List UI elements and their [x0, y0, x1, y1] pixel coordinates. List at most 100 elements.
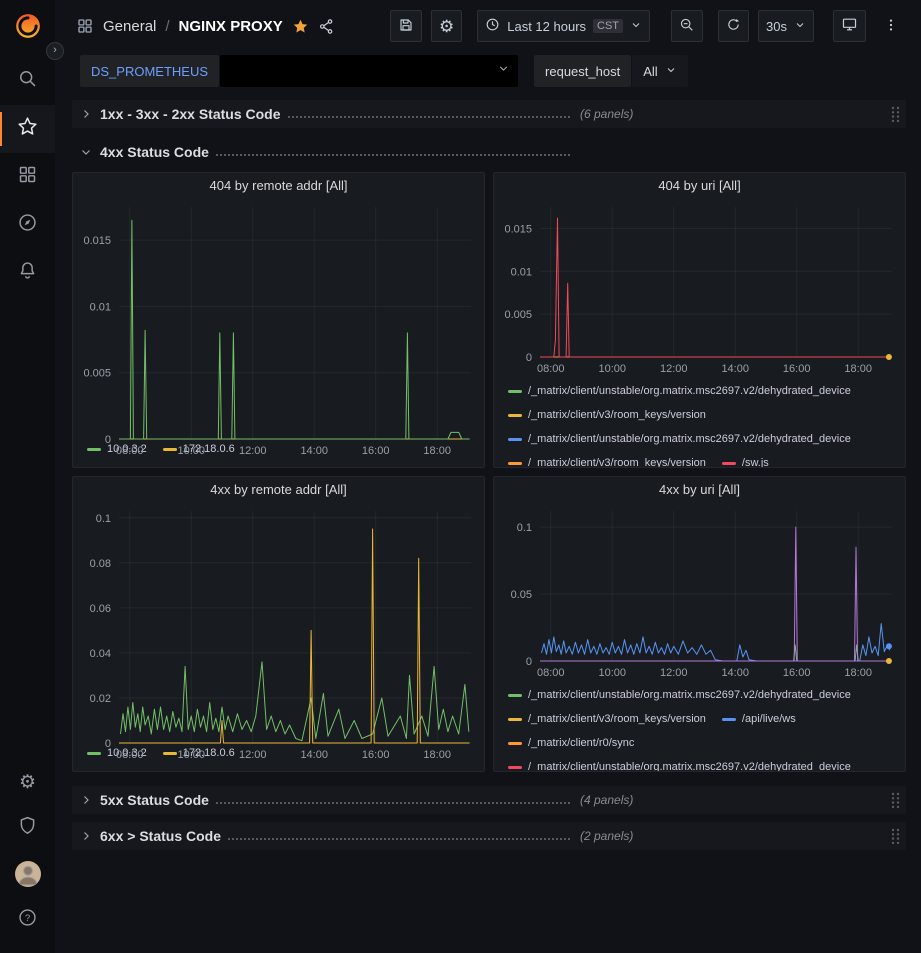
svg-text:0.015: 0.015	[504, 223, 532, 235]
svg-text:18:00: 18:00	[423, 445, 451, 457]
legend-series-swatch	[508, 694, 522, 697]
time-series-chart[interactable]: 08:0010:0012:0014:0016:0018:0000.0050.01…	[73, 199, 484, 435]
breadcrumb-section[interactable]: General	[103, 18, 156, 35]
apps-grid-icon[interactable]	[76, 17, 94, 35]
gear-icon: ⚙	[19, 773, 36, 792]
request-host-variable: request_host All	[534, 55, 688, 87]
row-title: 1xx - 3xx - 2xx Status Code	[100, 106, 281, 122]
legend-series-label: /_matrix/client/unstable/org.matrix.msc2…	[528, 683, 851, 707]
svg-text:0: 0	[105, 738, 111, 750]
legend-item[interactable]: /_matrix/client/v3/room_keys/version	[508, 707, 706, 731]
time-series-chart[interactable]: 08:0010:0012:0014:0016:0018:0000.0050.01…	[494, 199, 905, 377]
favorite-star-icon[interactable]	[292, 18, 309, 35]
request-host-value: All	[643, 64, 657, 79]
svg-text:0.005: 0.005	[83, 368, 111, 380]
svg-text:0.1: 0.1	[517, 522, 532, 534]
more-options-button[interactable]	[875, 10, 906, 42]
drag-handle-icon[interactable]	[890, 827, 901, 845]
request-host-select[interactable]: All	[632, 55, 687, 87]
datasource-select[interactable]	[220, 55, 518, 87]
zoom-out-button[interactable]	[671, 10, 703, 42]
row-title: 5xx Status Code	[100, 792, 209, 808]
sidebar-item-profile[interactable]	[0, 851, 55, 897]
legend-item[interactable]: /_matrix/client/r0/sync	[508, 731, 634, 755]
user-avatar	[15, 861, 41, 887]
legend-series-swatch	[508, 462, 522, 465]
row-header-6xx[interactable]: 6xx > Status Code (2 panels)	[72, 822, 906, 850]
chart-legend: /_matrix/client/unstable/org.matrix.msc2…	[494, 681, 905, 771]
svg-text:10:00: 10:00	[177, 749, 205, 761]
svg-text:10:00: 10:00	[177, 445, 205, 457]
svg-text:0: 0	[105, 434, 111, 446]
svg-text:0: 0	[526, 352, 532, 364]
tv-mode-button[interactable]	[833, 10, 866, 42]
grafana-logo-icon[interactable]	[11, 9, 45, 43]
panel-grid: 404 by remote addr [All] 08:0010:0012:00…	[72, 172, 906, 772]
row-dots-leader	[228, 838, 570, 840]
sidebar-item-search[interactable]	[0, 57, 55, 105]
save-dashboard-button[interactable]	[390, 10, 422, 42]
chevron-right-icon	[80, 830, 92, 842]
sidebar-item-help[interactable]: ?	[0, 897, 55, 943]
sidebar-expand-button[interactable]: ›	[46, 42, 64, 60]
refresh-interval-dropdown[interactable]: 30s	[758, 10, 814, 42]
row-dots-leader	[288, 116, 570, 118]
panel-title[interactable]: 4xx by uri [All]	[494, 477, 905, 503]
legend-series-label: /_matrix/client/unstable/org.matrix.msc2…	[528, 755, 851, 771]
drag-handle-icon[interactable]	[890, 791, 901, 809]
row-header-5xx[interactable]: 5xx Status Code (4 panels)	[72, 786, 906, 814]
sidebar-item-server-admin[interactable]	[0, 805, 55, 851]
legend-item[interactable]: /_matrix/client/unstable/org.matrix.msc2…	[508, 379, 851, 403]
legend-item[interactable]: /_matrix/client/v3/room_keys/version	[508, 403, 706, 427]
monitor-icon	[841, 16, 858, 36]
chevron-down-icon	[497, 62, 510, 80]
time-series-chart[interactable]: 08:0010:0012:0014:0016:0018:0000.050.1	[494, 503, 905, 681]
star-icon	[17, 116, 38, 142]
svg-text:0.08: 0.08	[90, 558, 111, 570]
panel-title[interactable]: 4xx by remote addr [All]	[73, 477, 484, 503]
drag-handle-icon[interactable]	[890, 105, 901, 123]
time-series-chart[interactable]: 08:0010:0012:0014:0016:0018:0000.020.040…	[73, 503, 484, 739]
chart-legend: /_matrix/client/unstable/org.matrix.msc2…	[494, 377, 905, 467]
bell-icon	[17, 260, 38, 286]
row-header-4xx[interactable]: 4xx Status Code	[72, 138, 906, 166]
legend-item[interactable]: /_matrix/client/v3/room_keys/version	[508, 451, 706, 467]
panel-title[interactable]: 404 by uri [All]	[494, 173, 905, 199]
svg-text:14:00: 14:00	[300, 749, 328, 761]
row-dots-leader	[216, 802, 570, 804]
sidebar-item-dashboards[interactable]	[0, 153, 55, 201]
legend-series-label: /_matrix/client/unstable/org.matrix.msc2…	[528, 379, 851, 403]
sidebar-item-alerting[interactable]	[0, 249, 55, 297]
legend-item[interactable]: /_matrix/client/unstable/org.matrix.msc2…	[508, 683, 851, 707]
refresh-button[interactable]	[718, 10, 749, 42]
zoom-out-icon	[679, 17, 695, 36]
panel-4xx-by-remote-addr: 4xx by remote addr [All] 08:0010:0012:00…	[72, 476, 485, 772]
legend-item[interactable]: /_matrix/client/unstable/org.matrix.msc2…	[508, 755, 851, 771]
svg-text:16:00: 16:00	[362, 749, 390, 761]
legend-series-swatch	[508, 438, 522, 441]
shield-icon	[17, 815, 38, 841]
svg-text:12:00: 12:00	[239, 749, 267, 761]
svg-text:08:00: 08:00	[116, 445, 144, 457]
chevron-down-icon	[665, 64, 677, 79]
legend-item[interactable]: /_matrix/client/unstable/org.matrix.msc2…	[508, 427, 851, 451]
time-range-picker[interactable]: Last 12 hours CST	[477, 10, 650, 42]
legend-series-label: /_matrix/client/unstable/org.matrix.msc2…	[528, 427, 851, 451]
sidebar-item-starred[interactable]	[0, 105, 55, 153]
legend-item[interactable]: /sw.js	[722, 451, 769, 467]
sidebar-item-explore[interactable]	[0, 201, 55, 249]
share-icon[interactable]	[318, 18, 335, 35]
row-header-1xx-3xx-2xx[interactable]: 1xx - 3xx - 2xx Status Code (6 panels)	[72, 100, 906, 128]
timezone-badge: CST	[593, 19, 623, 33]
panel-title[interactable]: 404 by remote addr [All]	[73, 173, 484, 199]
datasource-label: DS_PROMETHEUS	[80, 55, 219, 87]
legend-item[interactable]: /api/live/ws	[722, 707, 796, 731]
dashboard-title[interactable]: NGINX PROXY	[179, 18, 283, 35]
svg-text:0.05: 0.05	[511, 589, 532, 601]
svg-text:0.06: 0.06	[90, 603, 111, 615]
sidebar-item-configuration[interactable]: ⚙	[0, 759, 55, 805]
row-panel-count: (6 panels)	[580, 107, 633, 121]
legend-series-swatch	[508, 390, 522, 393]
legend-series-swatch	[508, 718, 522, 721]
dashboard-settings-button[interactable]: ⚙	[431, 10, 462, 42]
